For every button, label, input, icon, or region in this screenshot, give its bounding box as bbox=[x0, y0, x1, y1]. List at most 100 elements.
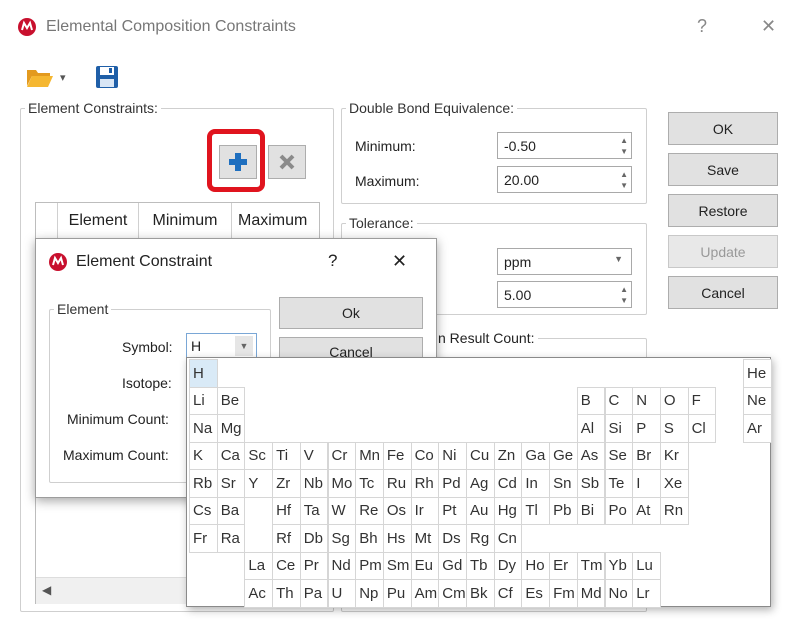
element-cell-ni[interactable]: Ni bbox=[438, 441, 467, 470]
element-cell-hs[interactable]: Hs bbox=[382, 524, 412, 553]
element-cell-w[interactable]: W bbox=[327, 496, 357, 525]
element-cell-pt[interactable]: Pt bbox=[438, 496, 467, 525]
scroll-left-button[interactable]: ◀ bbox=[42, 583, 51, 597]
element-cell-la[interactable]: La bbox=[244, 551, 274, 580]
element-cell-n[interactable]: N bbox=[632, 386, 661, 415]
element-cell-tm[interactable]: Tm bbox=[576, 551, 606, 580]
element-cell-cm[interactable]: Cm bbox=[438, 579, 467, 608]
element-cell-es[interactable]: Es bbox=[521, 579, 551, 608]
element-cell-ar[interactable]: Ar bbox=[743, 414, 772, 443]
element-cell-ga[interactable]: Ga bbox=[521, 441, 551, 470]
element-cell-ds[interactable]: Ds bbox=[438, 524, 467, 553]
spin-arrows-icon[interactable]: ▲ ▼ bbox=[620, 169, 628, 191]
element-cell-s[interactable]: S bbox=[659, 414, 689, 443]
open-button[interactable]: ▾ bbox=[26, 64, 72, 90]
element-cell-ge[interactable]: Ge bbox=[549, 441, 578, 470]
element-cell-br[interactable]: Br bbox=[632, 441, 661, 470]
update-button[interactable]: Update bbox=[668, 235, 778, 268]
element-cell-pu[interactable]: Pu bbox=[382, 579, 412, 608]
element-cell-ba[interactable]: Ba bbox=[216, 496, 246, 525]
element-cell-fe[interactable]: Fe bbox=[382, 441, 412, 470]
element-cell-db[interactable]: Db bbox=[299, 524, 329, 553]
element-cell-tc[interactable]: Tc bbox=[355, 469, 384, 498]
save-toolbar-button[interactable] bbox=[95, 65, 119, 89]
element-cell-re[interactable]: Re bbox=[355, 496, 384, 525]
element-cell-sr[interactable]: Sr bbox=[216, 469, 246, 498]
element-cell-k[interactable]: K bbox=[189, 441, 218, 470]
element-cell-pa[interactable]: Pa bbox=[299, 579, 329, 608]
element-cell-rb[interactable]: Rb bbox=[189, 469, 218, 498]
element-cell-b[interactable]: B bbox=[576, 386, 606, 415]
element-cell-ca[interactable]: Ca bbox=[216, 441, 246, 470]
element-cell-pb[interactable]: Pb bbox=[549, 496, 578, 525]
element-cell-se[interactable]: Se bbox=[604, 441, 634, 470]
element-cell-hg[interactable]: Hg bbox=[493, 496, 523, 525]
element-cell-no[interactable]: No bbox=[604, 579, 634, 608]
column-header-minimum[interactable]: Minimum bbox=[139, 203, 232, 239]
element-cell-i[interactable]: I bbox=[632, 469, 661, 498]
element-cell-pm[interactable]: Pm bbox=[355, 551, 384, 580]
element-cell-o[interactable]: O bbox=[659, 386, 689, 415]
close-button[interactable]: ✕ bbox=[761, 16, 776, 37]
element-cell-ir[interactable]: Ir bbox=[410, 496, 440, 525]
element-cell-au[interactable]: Au bbox=[466, 496, 495, 525]
element-cell-am[interactable]: Am bbox=[410, 579, 440, 608]
element-cell-rf[interactable]: Rf bbox=[272, 524, 301, 553]
element-cell-rh[interactable]: Rh bbox=[410, 469, 440, 498]
dbe-minimum-spinbox[interactable]: -0.50 ▲ ▼ bbox=[497, 132, 632, 159]
element-cell-na[interactable]: Na bbox=[189, 414, 218, 443]
element-cell-po[interactable]: Po bbox=[604, 496, 634, 525]
dialog-help-button[interactable]: ? bbox=[328, 251, 337, 271]
element-cell-tb[interactable]: Tb bbox=[466, 551, 495, 580]
element-cell-h[interactable]: H bbox=[189, 359, 218, 388]
remove-constraint-button[interactable] bbox=[268, 145, 306, 179]
element-cell-rg[interactable]: Rg bbox=[466, 524, 495, 553]
element-cell-sb[interactable]: Sb bbox=[576, 469, 606, 498]
element-cell-ac[interactable]: Ac bbox=[244, 579, 274, 608]
element-cell-mn[interactable]: Mn bbox=[355, 441, 384, 470]
restore-button[interactable]: Restore bbox=[668, 194, 778, 227]
element-cell-pd[interactable]: Pd bbox=[438, 469, 467, 498]
element-cell-at[interactable]: At bbox=[632, 496, 661, 525]
element-cell-be[interactable]: Be bbox=[216, 386, 246, 415]
ok-button[interactable]: OK bbox=[668, 112, 778, 145]
column-header-maximum[interactable]: Maximum bbox=[232, 203, 321, 239]
element-cell-fm[interactable]: Fm bbox=[549, 579, 578, 608]
element-cell-as[interactable]: As bbox=[576, 441, 606, 470]
column-header-element[interactable]: Element bbox=[58, 203, 139, 239]
element-cell-th[interactable]: Th bbox=[272, 579, 301, 608]
element-cell-ce[interactable]: Ce bbox=[272, 551, 301, 580]
element-cell-fr[interactable]: Fr bbox=[189, 524, 218, 553]
element-cell-ti[interactable]: Ti bbox=[272, 441, 301, 470]
element-cell-y[interactable]: Y bbox=[244, 469, 274, 498]
element-cell-al[interactable]: Al bbox=[576, 414, 606, 443]
element-cell-li[interactable]: Li bbox=[189, 386, 218, 415]
element-cell-mg[interactable]: Mg bbox=[216, 414, 246, 443]
tolerance-value-spinbox[interactable]: 5.00 ▲ ▼ bbox=[497, 281, 632, 308]
element-cell-sn[interactable]: Sn bbox=[549, 469, 578, 498]
element-cell-bk[interactable]: Bk bbox=[466, 579, 495, 608]
element-cell-cs[interactable]: Cs bbox=[189, 496, 218, 525]
spin-arrows-icon[interactable]: ▲ ▼ bbox=[620, 284, 628, 306]
element-cell-gd[interactable]: Gd bbox=[438, 551, 467, 580]
element-cell-cd[interactable]: Cd bbox=[493, 469, 523, 498]
dbe-maximum-spinbox[interactable]: 20.00 ▲ ▼ bbox=[497, 166, 632, 193]
element-cell-zn[interactable]: Zn bbox=[493, 441, 523, 470]
element-cell-ru[interactable]: Ru bbox=[382, 469, 412, 498]
element-cell-np[interactable]: Np bbox=[355, 579, 384, 608]
element-cell-he[interactable]: He bbox=[743, 359, 772, 388]
element-cell-sm[interactable]: Sm bbox=[382, 551, 412, 580]
element-cell-cr[interactable]: Cr bbox=[327, 441, 357, 470]
element-cell-v[interactable]: V bbox=[299, 441, 329, 470]
element-cell-pr[interactable]: Pr bbox=[299, 551, 329, 580]
element-cell-ne[interactable]: Ne bbox=[743, 386, 772, 415]
element-cell-nb[interactable]: Nb bbox=[299, 469, 329, 498]
element-cell-eu[interactable]: Eu bbox=[410, 551, 440, 580]
cancel-button[interactable]: Cancel bbox=[668, 276, 778, 309]
spin-arrows-icon[interactable]: ▲ ▼ bbox=[620, 135, 628, 157]
element-cell-mo[interactable]: Mo bbox=[327, 469, 357, 498]
element-cell-md[interactable]: Md bbox=[576, 579, 606, 608]
element-cell-lu[interactable]: Lu bbox=[632, 551, 661, 580]
element-cell-f[interactable]: F bbox=[687, 386, 717, 415]
element-cell-ag[interactable]: Ag bbox=[466, 469, 495, 498]
